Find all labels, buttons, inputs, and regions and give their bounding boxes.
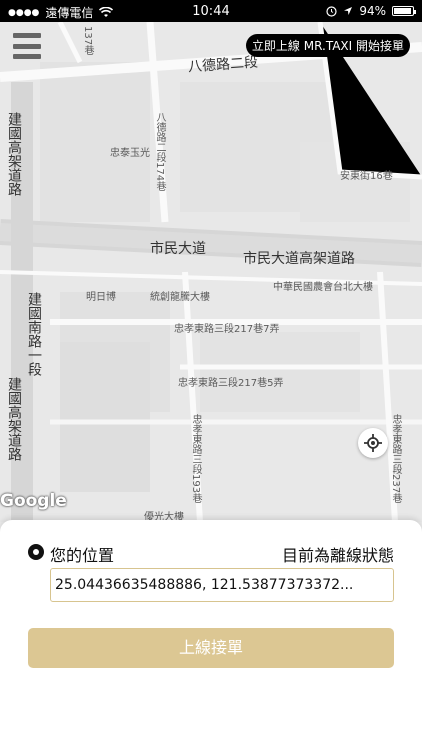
status-bar: ●●●● 遠傳電信 10:44 94% [0, 0, 422, 22]
menu-icon-line [13, 33, 41, 38]
location-label: 您的位置 [50, 546, 115, 565]
battery-percent: 94% [359, 4, 386, 18]
go-online-button[interactable]: 上線接單 [28, 628, 394, 668]
map-label-jianguo-south: 建國南路一段 [26, 292, 42, 376]
bottom-sheet: 您的位置 目前為離線狀態 25.04436635488886, 121.5387… [0, 520, 422, 750]
locate-icon [364, 434, 382, 452]
map-label-lane-174: 八德路二段174巷 [154, 112, 165, 192]
locate-button[interactable] [358, 428, 388, 458]
map-label-lane-137: 137巷 [82, 26, 93, 56]
map-label-jianguo-elevated: 建國高架道路 [6, 112, 22, 196]
offline-status: 目前為離線狀態 [281, 546, 394, 565]
map-label-farmers-building: 中華民國農會台北大樓 [273, 282, 373, 293]
map-label-mingribo: 明日博 [86, 292, 116, 303]
map-label-zhongxiao-217-5: 忠孝東路三段217巷5弄 [178, 378, 284, 389]
coordinates-field[interactable]: 25.04436635488886, 121.53877373372... [50, 568, 394, 602]
map-label-jianguo-elevated-2: 建國高架道路 [6, 377, 22, 461]
map-label-tongchuang: 統創龍騰大樓 [150, 292, 210, 303]
location-arrow-icon [344, 7, 353, 15]
alarm-icon [326, 5, 337, 17]
menu-button[interactable] [13, 33, 41, 59]
google-text: Google [0, 491, 67, 511]
location-row: 您的位置 目前為離線狀態 [28, 542, 394, 565]
map-label-zhongxiao-237: 忠孝東路三段237巷 [390, 414, 401, 504]
menu-icon-line [13, 43, 41, 49]
status-right: 94% [326, 4, 416, 18]
location-dot-icon [28, 544, 44, 560]
map-label-civic-blvd: 市民大道 [150, 241, 206, 257]
map-label-andong-16: 安東街16巷 [340, 171, 393, 182]
map-label-zhongxiao-193: 忠孝東路三段193巷 [190, 414, 201, 504]
battery-icon [392, 6, 416, 16]
map-label-civic-elevated: 市民大道高架道路 [243, 251, 355, 267]
map-label-zhongxiao-217-7: 忠孝東路三段217巷7弄 [174, 324, 280, 335]
menu-icon-line [13, 54, 41, 59]
map-label-zhongtai: 忠泰玉光 [110, 148, 150, 159]
online-promo-banner[interactable]: 立即上線 MR.TAXI 開始接單 [245, 34, 410, 57]
google-logo: Google [0, 491, 67, 511]
